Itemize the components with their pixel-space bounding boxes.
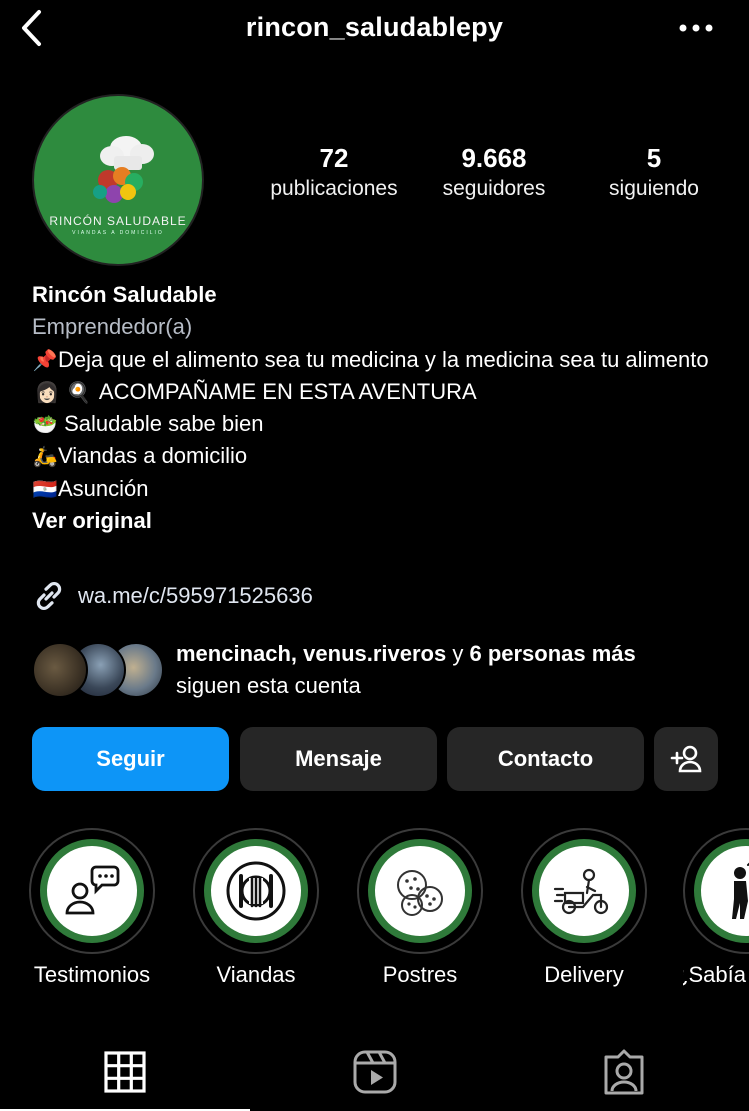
tab-reels[interactable] xyxy=(250,1042,500,1102)
chevron-left-icon xyxy=(22,10,41,46)
profile-bio: Rincón Saludable Emprendedor(a) 📌Deja qu… xyxy=(32,279,732,537)
bio-line-text: Deja que el alimento sea tu medicina y l… xyxy=(58,346,709,372)
bio-line: 📌Deja que el alimento sea tu medicina y … xyxy=(32,344,732,376)
tab-posts-grid[interactable] xyxy=(0,1042,250,1102)
stat-followers-value: 9.668 xyxy=(461,143,527,173)
highlight-label: Delivery xyxy=(544,962,624,987)
bio-line: 🇵🇾Asunción xyxy=(32,473,732,505)
suggest-people-button[interactable] xyxy=(654,727,718,791)
back-button[interactable] xyxy=(14,8,48,48)
stat-following[interactable]: 5 siguiendo xyxy=(590,142,718,204)
highlight-ring xyxy=(193,828,319,954)
highlight-ring xyxy=(29,828,155,954)
profile-avatar[interactable]: RINCÓN SALUDABLE VIANDAS A DOMICILIO xyxy=(32,94,204,266)
bio-line-text: Asunción xyxy=(58,475,149,501)
bio-line: 🛵Viandas a domicilio xyxy=(32,440,732,472)
bio-line: 👩🏻 🍳 ACOMPAÑAME EN ESTA AVENTURA xyxy=(32,376,732,408)
bio-line: 🥗 Saludable sabe bien xyxy=(32,408,732,440)
highlight-ring xyxy=(357,828,483,954)
highlight-label: Testimonios xyxy=(33,962,151,987)
contact-button[interactable]: Contacto xyxy=(447,727,644,791)
scooter-icon: 🛵 xyxy=(32,444,58,469)
stat-posts-label: publicaciones xyxy=(270,177,398,200)
salad-icon: 🥗 xyxy=(32,412,58,437)
stat-following-value: 5 xyxy=(646,143,662,173)
thinking-person-icon xyxy=(732,862,749,919)
tagged-person-icon xyxy=(604,1049,644,1095)
highlight-label: ¿Sabía xyxy=(683,962,746,987)
reels-icon xyxy=(353,1050,397,1094)
more-options-button[interactable] xyxy=(679,20,713,36)
stat-followers-label: seguidores xyxy=(442,177,546,200)
profile-link[interactable]: wa.me/c/595971525636 xyxy=(32,578,313,614)
follow-button[interactable]: Seguir xyxy=(32,727,229,791)
profile-username: rincon_saludablepy xyxy=(245,12,504,42)
bio-line-text: Saludable sabe bien xyxy=(58,411,264,437)
follower-avatar xyxy=(32,642,88,698)
add-person-icon xyxy=(670,745,702,773)
more-horizontal-icon xyxy=(679,24,713,32)
see-original-link[interactable]: Ver original xyxy=(32,505,732,537)
followed-by-names: mencinach, venus.riveros xyxy=(176,641,447,666)
highlight-label: Postres xyxy=(382,962,458,987)
grid-icon xyxy=(104,1051,146,1093)
profile-display-name: Rincón Saludable xyxy=(32,282,217,307)
pushpin-icon: 📌 xyxy=(32,347,58,372)
highlight-ring xyxy=(683,828,749,954)
highlight-ring xyxy=(521,828,647,954)
chef-hat-food-logo-icon xyxy=(93,136,154,203)
top-bar: rincon_saludablepy xyxy=(0,0,749,56)
highlight-sabias[interactable]: ¿Sabía xyxy=(683,828,749,988)
highlight-postres[interactable]: Postres xyxy=(355,828,485,988)
profile-category: Emprendedor(a) xyxy=(32,314,193,340)
followed-by[interactable]: mencinach, venus.riveros y 6 personas má… xyxy=(32,638,732,702)
followed-by-others: 6 personas más xyxy=(469,641,636,666)
message-button[interactable]: Mensaje xyxy=(240,727,437,791)
highlight-testimonios[interactable]: Testimonios xyxy=(27,828,157,988)
paraguay-flag-icon: 🇵🇾 xyxy=(32,476,58,501)
avatar-sub-text: VIANDAS A DOMICILIO xyxy=(72,230,164,236)
stat-posts[interactable]: 72 publicaciones xyxy=(258,142,410,204)
profile-tab-bar xyxy=(0,1030,749,1111)
highlight-delivery[interactable]: Delivery xyxy=(519,828,649,988)
tab-tagged[interactable] xyxy=(499,1042,749,1102)
bio-line-text: ACOMPAÑAME EN ESTA AVENTURA xyxy=(94,378,477,404)
delivery-scooter-icon xyxy=(553,868,609,915)
cookies-icon xyxy=(397,870,443,916)
testimonial-person-icon xyxy=(65,865,120,915)
followed-by-text: mencinach, venus.riveros y 6 personas má… xyxy=(176,638,636,702)
plate-cutlery-icon xyxy=(226,861,286,921)
followed-by-suffix: siguen esta cuenta xyxy=(176,673,361,698)
profile-link-url: wa.me/c/595971525636 xyxy=(78,583,313,608)
avatar-brand-text: RINCÓN SALUDABLE xyxy=(49,214,187,228)
followed-by-connector: y xyxy=(446,641,470,666)
bio-line-text: Viandas a domicilio xyxy=(58,443,248,469)
link-icon xyxy=(36,582,62,610)
stat-followers[interactable]: 9.668 seguidores xyxy=(424,142,564,204)
woman-cooking-icon: 👩🏻 🍳 xyxy=(34,379,92,404)
highlight-label: Viandas xyxy=(216,962,296,987)
stat-following-label: siguiendo xyxy=(609,177,699,200)
stat-posts-value: 72 xyxy=(319,143,349,173)
highlight-viandas[interactable]: Viandas xyxy=(191,828,321,988)
